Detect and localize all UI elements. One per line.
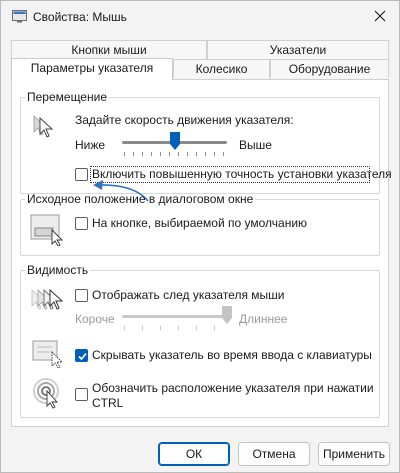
show-location-label-line1[interactable]: Обозначить расположение указателя при на… (92, 381, 374, 395)
snap-to-icon (30, 214, 64, 246)
speed-label: Задайте скорость движения указателя: (75, 113, 294, 127)
show-location-icon (33, 378, 59, 409)
hide-while-typing-checkbox[interactable] (75, 349, 88, 362)
cancel-button[interactable]: Отмена (238, 442, 310, 466)
speed-slider-thumb[interactable] (169, 132, 180, 150)
trail-long-label: Длиннее (239, 312, 288, 326)
pointer-trails-label[interactable]: Отображать след указателя мыши (92, 288, 285, 302)
pointer-options-panel: Перемещение Задайте скорость движения ук… (11, 79, 392, 427)
ok-button[interactable]: ОК (158, 442, 230, 466)
hide-while-typing-label[interactable]: Скрывать указатель во время ввода с клав… (92, 348, 372, 362)
mouse-properties-icon (12, 10, 27, 23)
speed-slow-label: Ниже (75, 138, 106, 152)
tab-wheel[interactable]: Колесико (173, 59, 270, 78)
apply-button[interactable]: Применить (318, 442, 390, 466)
trail-short-label: Короче (75, 312, 115, 326)
show-location-label-line2[interactable]: CTRL (92, 396, 123, 410)
title-bar: Свойства: Мышь (1, 1, 399, 33)
pointer-trails-icon (31, 288, 64, 310)
checkmark-icon (78, 352, 87, 361)
tab-pointers[interactable]: Указатели (207, 40, 389, 59)
enhance-precision-checkbox[interactable] (75, 168, 88, 181)
movement-group-title: Перемещение (27, 90, 107, 104)
close-icon (374, 10, 386, 22)
mouse-properties-window: Свойства: Мышь Кнопки мыши Указатели Пар… (0, 0, 400, 473)
pointer-speed-icon (33, 115, 54, 138)
window-title: Свойства: Мышь (33, 10, 127, 24)
snap-to-default-label[interactable]: На кнопке, выбираемой по умолчанию (92, 216, 307, 230)
pointer-trails-checkbox[interactable] (75, 289, 88, 302)
trail-slider-track (122, 315, 227, 318)
snap-to-default-checkbox[interactable] (75, 217, 88, 230)
close-button[interactable] (367, 4, 393, 28)
speed-fast-label: Выше (239, 138, 272, 152)
trail-slider-thumb[interactable] (222, 306, 232, 324)
tab-hardware[interactable]: Оборудование (270, 59, 389, 78)
tab-pointer-options[interactable]: Параметры указателя (11, 58, 173, 80)
snap-to-group-title: Исходное положение в диалоговом окне (27, 192, 254, 206)
tab-buttons[interactable]: Кнопки мыши (11, 40, 207, 59)
visibility-group-title: Видимость (27, 263, 89, 277)
show-location-ctrl-checkbox[interactable] (75, 388, 88, 401)
hide-while-typing-icon (32, 340, 64, 369)
